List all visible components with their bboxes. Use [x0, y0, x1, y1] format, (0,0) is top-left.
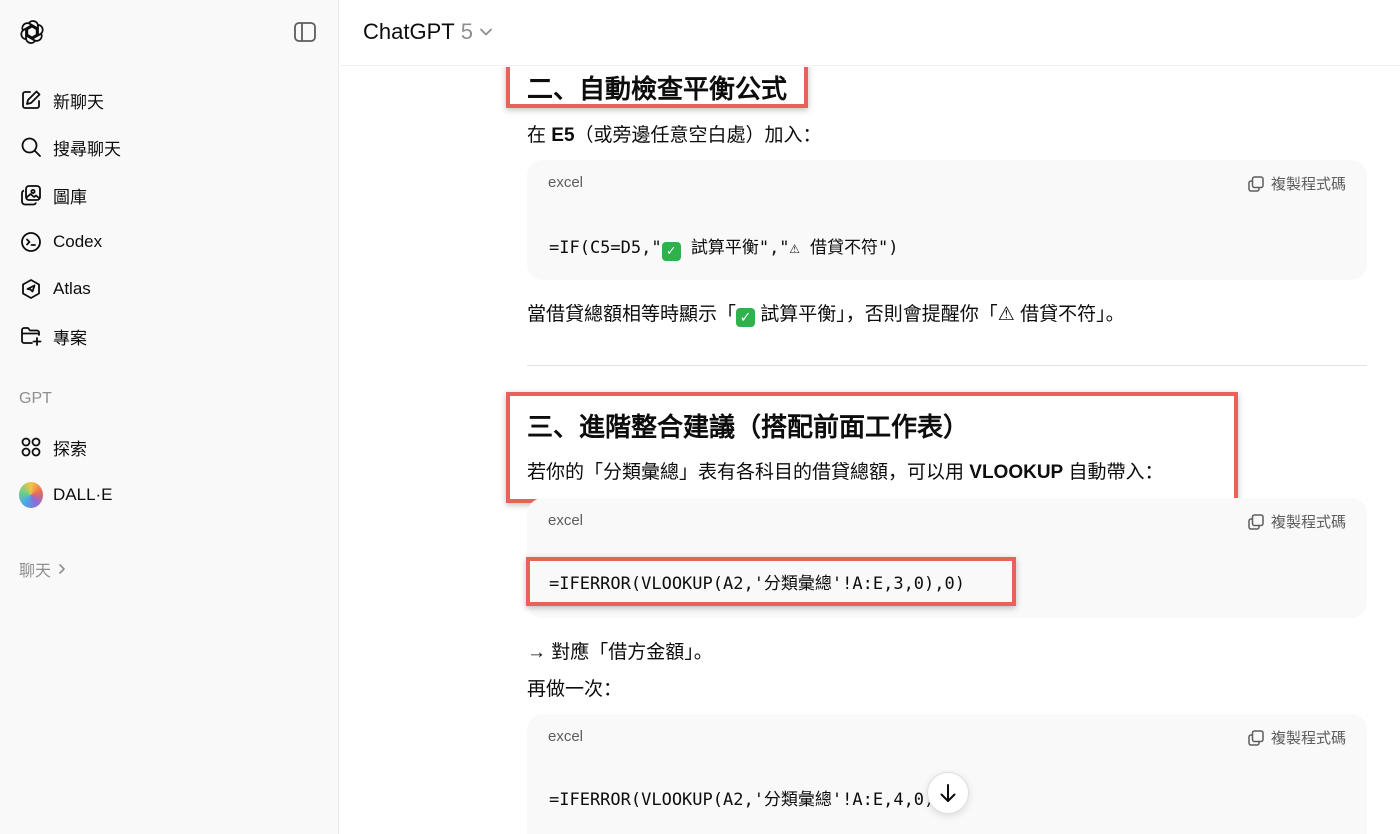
code-text[interactable]: =IFERROR(VLOOKUP(A2,'分類彙總'!A:E,4,0),0) — [549, 785, 965, 810]
sidebar-item-label: 新聊天 — [53, 92, 104, 112]
sidebar-item-dalle[interactable]: DALL·E — [0, 475, 339, 515]
code-text[interactable]: =IFERROR(VLOOKUP(A2,'分類彙總'!A:E,3,0),0) — [549, 569, 965, 594]
sidebar: 新聊天 搜尋聊天 圖庫 Codex Atlas 專案 GPT 探索 DALL·E… — [0, 0, 339, 834]
section-heading: 三、進階整合建議（搭配前面工作表） — [527, 412, 970, 442]
model-selector[interactable]: ChatGPT 5 — [363, 19, 493, 45]
paragraph: 在 E5（或旁邊任意空白處）加入： — [527, 120, 822, 147]
edit-icon — [19, 88, 43, 112]
check-mark-icon: ✓ — [661, 242, 681, 261]
gpt-section-label: GPT — [19, 390, 52, 407]
code-segment: 試算平衡","⚠ 借貸不符") — [680, 238, 899, 258]
text: 試算平衡」，否則會提醒你「⚠ 借貸不符」。 — [755, 304, 1125, 325]
sidebar-item-new-chat[interactable]: 新聊天 — [0, 80, 339, 120]
check-mark-icon: ✓ — [736, 308, 756, 327]
sidebar-item-label: 搜尋聊天 — [53, 139, 121, 159]
bold-text: E5 — [551, 125, 575, 146]
scroll-to-bottom-button[interactable] — [927, 772, 969, 814]
copy-code-label: 複製程式碼 — [1270, 176, 1346, 193]
sidebar-item-search-chats[interactable]: 搜尋聊天 — [0, 127, 339, 167]
chevron-right-icon — [57, 563, 67, 575]
openai-logo-icon[interactable] — [18, 18, 46, 46]
paragraph: 若你的「分類彙總」表有各科目的借貸總額，可以用 VLOOKUP 自動帶入： — [527, 457, 1164, 484]
sidebar-item-library[interactable]: 圖庫 — [0, 175, 339, 215]
paragraph: 當借貸總額相等時顯示「 ✓ 試算平衡」，否則會提醒你「⚠ 借貸不符」。 — [527, 299, 1125, 327]
text: 自動帶入： — [1063, 462, 1164, 483]
chats-section-toggle[interactable]: 聊天 — [19, 557, 67, 581]
code-language-label: excel — [548, 174, 584, 191]
code-block: excel 複製程式碼 =IF(C5=D5," ✓ 試算平衡","⚠ 借貸不符") — [527, 160, 1367, 280]
dalle-avatar — [19, 482, 43, 508]
code-language-label: excel — [548, 512, 584, 529]
arrow-down-icon — [940, 784, 956, 802]
paragraph: → 對應「借方金額」。 — [527, 642, 713, 663]
sidebar-item-label: DALL·E — [53, 485, 113, 504]
sidebar-item-codex[interactable]: Codex — [0, 222, 339, 262]
chat-header: ChatGPT 5 — [340, 0, 1400, 66]
sidebar-item-label: 探索 — [53, 439, 87, 459]
paragraph: 再做一次： — [527, 679, 623, 700]
copy-icon — [1248, 513, 1264, 530]
section-heading: 二、自動檢查平衡公式 — [527, 74, 788, 104]
code-block: excel 複製程式碼 =IFERROR(VLOOKUP(A2,'分類彙總'!A… — [527, 498, 1367, 618]
copy-code-label: 複製程式碼 — [1270, 730, 1346, 747]
chat-content: 二、自動檢查平衡公式 在 E5（或旁邊任意空白處）加入： excel 複製程式碼… — [340, 67, 1400, 834]
codex-icon — [19, 230, 43, 254]
text: 在 — [527, 125, 552, 146]
sidebar-item-label: Codex — [53, 232, 103, 251]
folder-plus-icon — [19, 324, 43, 348]
images-icon — [19, 183, 43, 207]
sidebar-item-label: Atlas — [53, 279, 91, 298]
atlas-icon — [19, 277, 43, 301]
sidebar-item-projects[interactable]: 專案 — [0, 316, 339, 356]
text: 當借貸總額相等時顯示「 — [527, 304, 737, 325]
model-name: ChatGPT — [363, 19, 455, 44]
code-language-label: excel — [548, 728, 584, 745]
chevron-down-icon — [479, 27, 493, 37]
sidebar-item-label: 圖庫 — [53, 187, 87, 207]
sidebar-item-label: 專案 — [53, 328, 87, 348]
copy-code-label: 複製程式碼 — [1270, 514, 1346, 531]
code-text[interactable]: =IF(C5=D5," ✓ 試算平衡","⚠ 借貸不符") — [549, 233, 898, 261]
sidebar-toggle-icon[interactable] — [293, 21, 317, 43]
code-segment: =IF(C5=D5," — [549, 238, 662, 258]
sidebar-item-explore[interactable]: 探索 — [0, 427, 339, 467]
copy-icon — [1248, 729, 1264, 746]
model-version: 5 — [460, 19, 473, 44]
text: （或旁邊任意空白處）加入： — [574, 125, 822, 146]
text: 若你的「分類彙總」表有各科目的借貸總額，可以用 — [527, 462, 970, 483]
bold-text: VLOOKUP — [969, 462, 1064, 483]
copy-code-button[interactable]: 複製程式碼 — [1247, 511, 1346, 532]
search-icon — [19, 135, 43, 159]
copy-code-button[interactable]: 複製程式碼 — [1247, 173, 1346, 194]
section-divider — [527, 365, 1367, 366]
grid-icon — [19, 435, 43, 459]
chats-section-label: 聊天 — [19, 563, 52, 580]
copy-code-button[interactable]: 複製程式碼 — [1247, 727, 1346, 748]
sidebar-item-atlas[interactable]: Atlas — [0, 269, 339, 309]
copy-icon — [1248, 175, 1264, 192]
